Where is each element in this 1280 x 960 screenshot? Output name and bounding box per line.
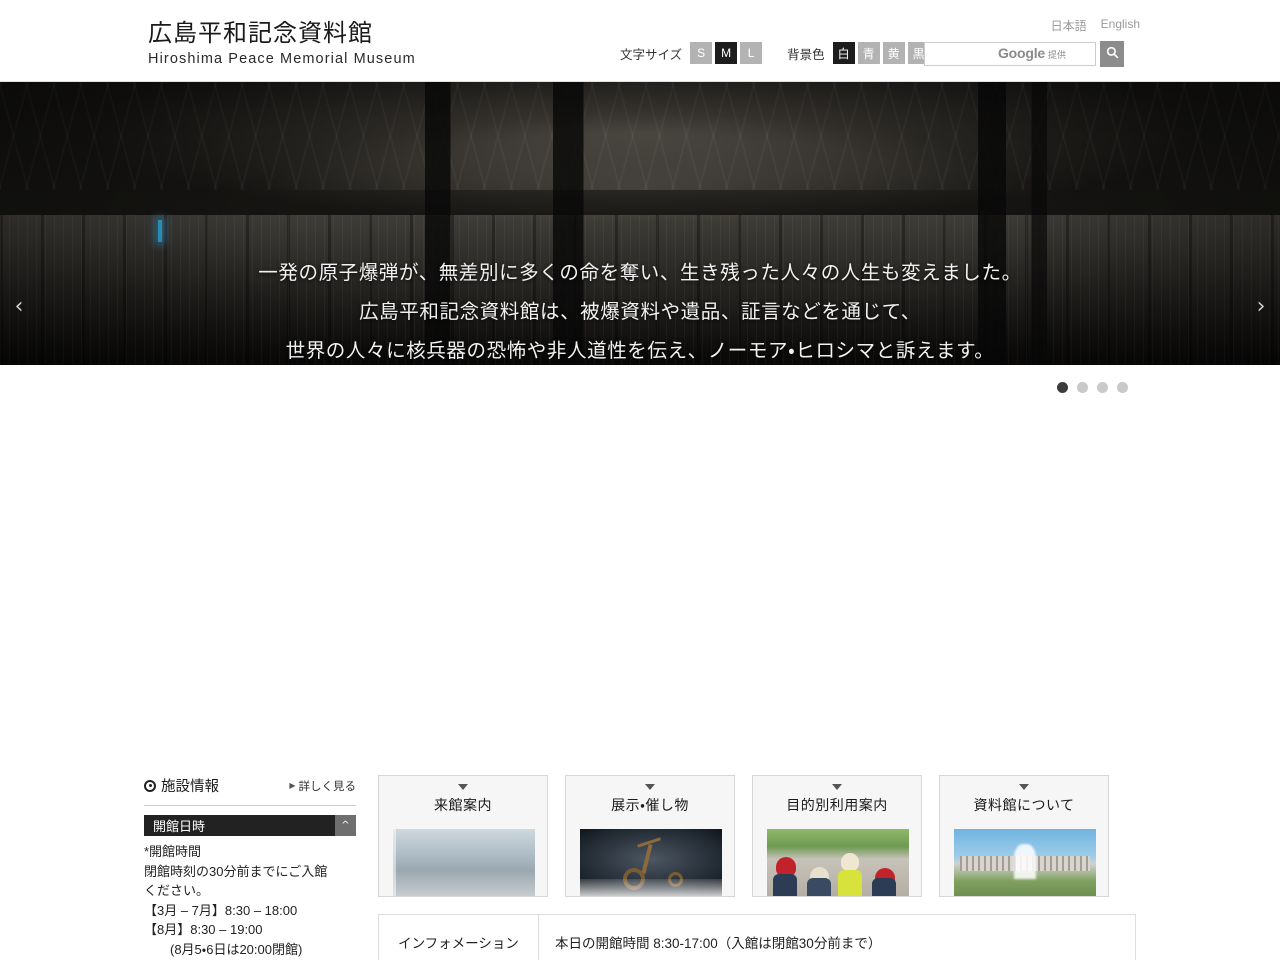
- bgcolor-option-yellow[interactable]: 黄: [882, 42, 905, 64]
- nav-card-visit-label: 来館案内: [434, 797, 492, 813]
- content-region: 来館案内 展示・催し物 目的別利用案内 資料館について インフォメーション 本日…: [378, 775, 1136, 960]
- hero-carousel[interactable]: 一発の原子爆弾が、無差別に多くの命を奪い、生き残った人々の人生も変えました。 広…: [0, 82, 1280, 365]
- facility-info-more-label: 詳しく見る: [298, 780, 357, 793]
- carousel-dot-3[interactable]: [1097, 382, 1108, 393]
- nav-card-about[interactable]: 資料館について: [939, 775, 1109, 897]
- caret-down-icon-3: [832, 784, 842, 790]
- nav-card-purpose[interactable]: 目的別利用案内: [752, 775, 922, 897]
- fontsize-option-s[interactable]: S: [690, 42, 713, 64]
- hours-line-2: 閉館時刻の30分前までにご入館: [144, 863, 328, 879]
- hero-line-1: 一発の原子爆弾が、無差別に多くの命を奪い、生き残った人々の人生も変えました。: [258, 262, 1022, 284]
- carousel-dot-4[interactable]: [1117, 382, 1128, 393]
- information-label: インフォメーション: [379, 915, 539, 960]
- hours-line-3: ください。: [144, 883, 210, 899]
- fontsize-option-l[interactable]: L: [740, 42, 763, 64]
- bgcolor-option-blue[interactable]: 青: [857, 42, 880, 64]
- hours-line-1: *開館時間: [144, 844, 202, 859]
- school-children-photo: [767, 829, 909, 896]
- nav-card-exhibits[interactable]: 展示・催し物: [565, 775, 735, 897]
- search-icon: [1106, 46, 1119, 62]
- carousel-dots: [1057, 382, 1128, 393]
- search-input[interactable]: [924, 42, 1096, 66]
- facility-info-more-link[interactable]: ▶ 詳しく見る: [289, 778, 356, 794]
- target-bullet-icon: [144, 779, 156, 792]
- chevron-up-icon: ^: [335, 815, 356, 836]
- search-button[interactable]: [1100, 41, 1124, 67]
- hero-line-2: 広島平和記念資料館は、被爆資料や遺品、証言などを通じて、: [359, 301, 921, 323]
- facility-info-title: 施設情報: [161, 779, 219, 795]
- carousel-dot-2[interactable]: [1077, 382, 1088, 393]
- site-header: 広島平和記念資料館 Hiroshima Peace Memorial Museu…: [0, 0, 1280, 82]
- site-brand[interactable]: 広島平和記念資料館 Hiroshima Peace Memorial Museu…: [148, 19, 416, 69]
- nav-cards: 来館案内 展示・催し物 目的別利用案内 資料館について: [378, 775, 1136, 897]
- facility-info-header: 施設情報 ▶ 詳しく見る: [144, 775, 356, 806]
- tricycle-artifact-photo: [580, 829, 722, 896]
- hours-line-4: 【3月 – 7月】8:30 – 18:00: [144, 902, 298, 918]
- lang-link-en[interactable]: English: [1101, 17, 1140, 34]
- chevron-left-icon[interactable]: ‹: [4, 291, 34, 321]
- nav-card-exhibits-label: 展示・催し物: [611, 797, 689, 813]
- accordion-opening-hours[interactable]: 開館日時 ^: [144, 815, 356, 836]
- nav-card-about-label: 資料館について: [973, 797, 1075, 813]
- museum-entrance-photo: [393, 829, 535, 896]
- language-switcher: 日本語 English: [1051, 17, 1140, 34]
- caret-right-icon: ▶: [289, 781, 296, 790]
- fountain-museum-photo: [954, 829, 1096, 896]
- hours-line-5: 【8月】8:30 – 19:00: [144, 922, 263, 938]
- nav-card-visit[interactable]: 来館案内: [378, 775, 548, 897]
- hero-copy: 一発の原子爆弾が、無差別に多くの命を奪い、生き残った人々の人生も変えました。 広…: [0, 254, 1280, 365]
- site-title-en: Hiroshima Peace Memorial Museum: [148, 51, 416, 67]
- fontsize-option-m[interactable]: M: [715, 42, 738, 64]
- sidebar: 施設情報 ▶ 詳しく見る 開館日時 ^ *開館時間 閉館時刻の30分前までにご入…: [144, 775, 356, 960]
- carousel-dot-1[interactable]: [1057, 382, 1068, 393]
- search-area: Google 提供: [924, 41, 1124, 67]
- caret-down-icon: [458, 784, 468, 790]
- nav-card-purpose-label: 目的別利用案内: [786, 797, 888, 813]
- facility-info-title-wrap: 施設情報: [144, 775, 219, 796]
- hours-line-6: (8月5・6日は20:00閉館): [144, 941, 303, 957]
- caret-down-icon-2: [645, 784, 655, 790]
- accordion-opening-hours-label: 開館日時: [153, 819, 206, 834]
- chevron-right-icon[interactable]: ›: [1246, 291, 1276, 321]
- site-title-ja: 広島平和記念資料館: [148, 20, 373, 47]
- bgcolor-option-white[interactable]: 白: [832, 42, 855, 64]
- caret-down-icon-4: [1019, 784, 1029, 790]
- accessibility-controls: 文字サイズ S M L 背景色 白 青 黄 黒: [620, 42, 933, 64]
- information-bar: インフォメーション 本日の開館時間 8:30-17:00（入館は閉館30分前まで…: [378, 914, 1136, 960]
- bgcolor-label: 背景色: [787, 47, 825, 62]
- opening-hours-body: *開館時間 閉館時刻の30分前までにご入館 ください。 【3月 – 7月】8:3…: [144, 842, 356, 960]
- information-text: 本日の開館時間 8:30-17:00（入館は閉館30分前まで）: [555, 936, 882, 951]
- fontsize-label: 文字サイズ: [620, 47, 683, 62]
- lang-link-ja[interactable]: 日本語: [1051, 17, 1087, 34]
- hero-line-3: 世界の人々に核兵器の恐怖や非人道性を伝え、ノーモア・ヒロシマと訴えます。: [285, 340, 995, 362]
